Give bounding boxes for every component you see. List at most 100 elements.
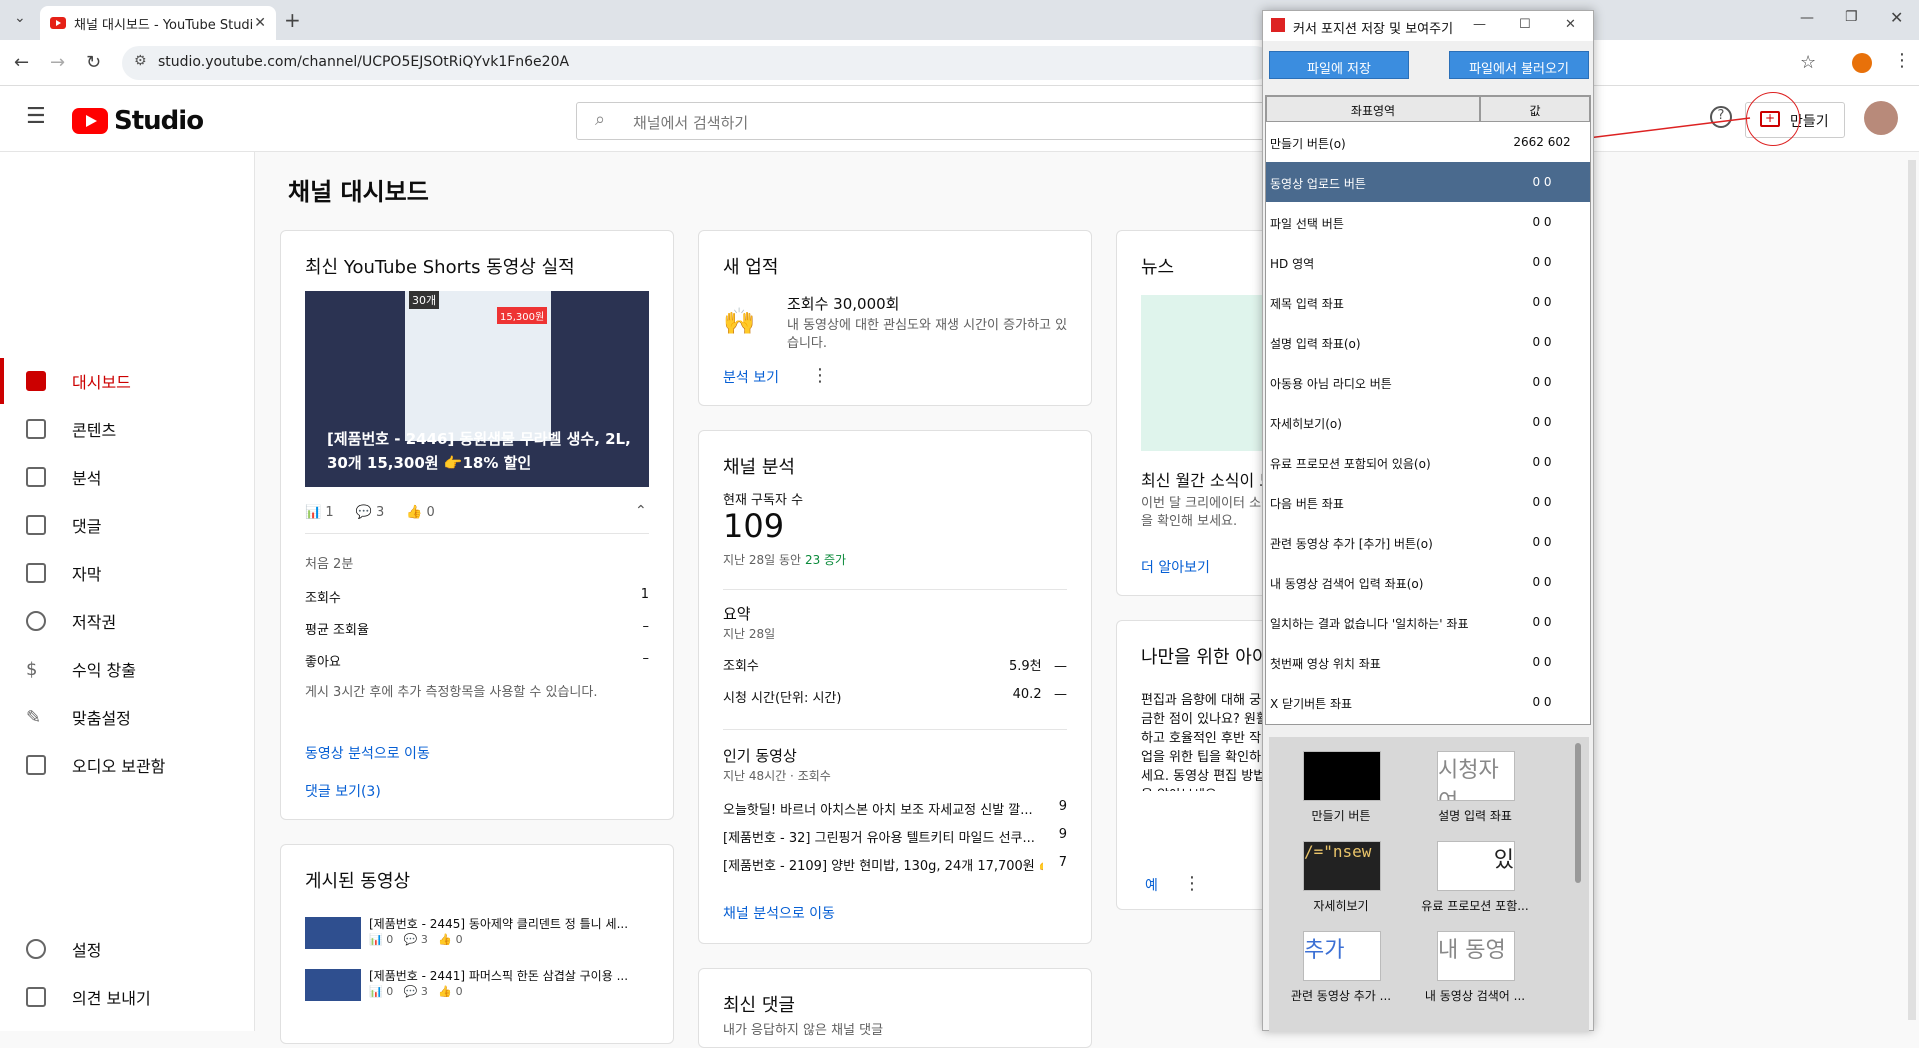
table-row[interactable]: 자세히보기(o) 0 0	[1266, 402, 1590, 442]
sidebar-item-customization[interactable]: ✎ 맞춤설정	[0, 694, 255, 740]
table-row[interactable]: 동영상 업로드 버튼 0 0	[1266, 162, 1590, 202]
close-window-icon[interactable]: ✕	[1890, 8, 1903, 27]
popular-row[interactable]: 오늘핫딜! 바르너 아치스본 아치 보조 자세교정 신발 깔... 9	[723, 799, 1067, 818]
capture-thumbnail[interactable]: 내 동영	[1437, 931, 1515, 981]
table-row[interactable]: 유료 프로모션 포함되어 있음(o) 0 0	[1266, 442, 1590, 482]
achievement-card: 새 업적 🙌 조회수 30,000회 내 동영상에 대한 관심도와 재생 시간이…	[698, 230, 1092, 406]
page-scrollbar[interactable]	[1908, 160, 1916, 1020]
maximize-icon[interactable]: ☐	[1519, 17, 1531, 32]
search-placeholder: 채널에서 검색하기	[633, 114, 749, 132]
tab-list-icon[interactable]: ⌄	[14, 10, 26, 26]
table-row[interactable]: 내 동영상 검색어 입력 좌표(o) 0 0	[1266, 562, 1590, 602]
table-row[interactable]: 파일 선택 버튼 0 0	[1266, 202, 1590, 242]
table-row[interactable]: 제목 입력 좌표 0 0	[1266, 282, 1590, 322]
sidebar-item-label: 댓글	[72, 517, 102, 536]
video-analytics-link[interactable]: 동영상 분석으로 이동	[305, 743, 430, 763]
sidebar-item-audio-library[interactable]: 오디오 보관함	[0, 742, 255, 788]
table-row[interactable]: 만들기 버튼(o) 2662 602	[1266, 122, 1590, 162]
capture-thumbnail[interactable]: 시청자여	[1437, 751, 1515, 801]
minimize-window-icon[interactable]: —	[1800, 10, 1814, 26]
browser-menu-icon[interactable]: ⋮	[1893, 50, 1911, 71]
profile-avatar-icon[interactable]	[1852, 53, 1872, 73]
list-item[interactable]: [제품번호 - 2445] 동아제약 클리덴트 정 틀니 세... 📊 0 💬 …	[305, 913, 649, 953]
sidebar-item-copyright[interactable]: 저작권	[0, 598, 255, 644]
latest-comments-card: 최신 댓글 내가 응답하지 않은 채널 댓글	[698, 968, 1092, 1048]
forward-icon[interactable]: →	[50, 52, 65, 73]
sidebar: 대시보드 콘텐츠 분석 댓글 자막 저작권 $ 수익 창출 ✎ 맞춤설정 오디오 보…	[0, 152, 255, 1031]
card-title: 뉴스	[1141, 257, 1175, 278]
thumbnail-label: 관련 동영상 추가 ...	[1290, 989, 1392, 1003]
sidebar-item-label: 설정	[72, 941, 102, 960]
sidebar-item-label: 분석	[72, 469, 102, 488]
sidebar-item-dashboard[interactable]: 대시보드	[0, 358, 255, 404]
subs-label: 현재 구독자 수	[723, 493, 804, 508]
thumbnail-label: 내 동영상 검색어 ...	[1424, 989, 1526, 1003]
capture-thumbnail[interactable]: 있	[1437, 841, 1515, 891]
column-header-key[interactable]: 좌표영역	[1266, 96, 1480, 122]
table-row[interactable]: 첫번째 영상 위치 좌표 0 0	[1266, 642, 1590, 682]
capture-thumbnail[interactable]	[1303, 751, 1381, 801]
save-to-file-button[interactable]: 파일에 저장	[1269, 51, 1409, 79]
back-icon[interactable]: ←	[14, 52, 29, 73]
divider	[723, 729, 1067, 730]
divider	[723, 589, 1067, 590]
video-thumbnail	[305, 969, 361, 1001]
hamburger-menu-icon[interactable]: ☰	[26, 104, 46, 129]
table-row[interactable]: 일치하는 결과 없습니다 '일치하는' 좌표 0 0	[1266, 602, 1590, 642]
table-row[interactable]: 다음 버튼 좌표 0 0	[1266, 482, 1590, 522]
search-input[interactable]: ⌕ 채널에서 검색하기	[576, 102, 1276, 140]
scrollbar[interactable]	[1575, 743, 1581, 883]
popular-row[interactable]: [제품번호 - 2109] 양반 현미밥, 130g, 24개 17,700원 …	[723, 855, 1067, 874]
view-comments-link[interactable]: 댓글 보기(3)	[305, 781, 381, 801]
short-thumbnail[interactable]: 30개 15,300원 [제품번호 - 2446] 동원샘물 무라벨 생수, 2…	[305, 291, 649, 487]
table-row[interactable]: X 닫기버튼 좌표 0 0	[1266, 682, 1590, 722]
bookmark-star-icon[interactable]: ☆	[1800, 52, 1816, 73]
browser-tab[interactable]: 채널 대시보드 - YouTube Studi ✕	[40, 6, 276, 40]
logo-text: Studio	[114, 106, 204, 136]
address-bar[interactable]: ⚙ studio.youtube.com/channel/UCPO5EJSOtR…	[122, 46, 1272, 80]
capture-thumbnail[interactable]: 추가	[1303, 931, 1381, 981]
page-title: 채널 대시보드	[288, 178, 429, 206]
table-row[interactable]: 설명 입력 좌표(o) 0 0	[1266, 322, 1590, 362]
more-options-icon[interactable]: ⋮	[811, 365, 829, 386]
achievement-headline: 조회수 30,000회	[787, 295, 900, 313]
summary-row: 조회수 5.9천 —	[723, 659, 1067, 674]
sidebar-item-analytics[interactable]: 분석	[0, 454, 255, 500]
sidebar-item-monetization[interactable]: $ 수익 창출	[0, 646, 255, 692]
sidebar-item-content[interactable]: 콘텐츠	[0, 406, 255, 452]
view-analytics-link[interactable]: 분석 보기	[723, 367, 779, 387]
collapse-chevron-icon[interactable]: ⌃	[635, 503, 647, 519]
sidebar-item-subtitles[interactable]: 자막	[0, 550, 255, 596]
studio-logo[interactable]: Studio	[72, 106, 204, 136]
views-metric: 📊 1	[305, 505, 334, 520]
sidebar-item-settings[interactable]: 설정	[0, 926, 255, 972]
new-tab-icon[interactable]: +	[284, 8, 301, 32]
learn-more-link[interactable]: 더 알아보기	[1141, 557, 1210, 577]
site-info-icon[interactable]: ⚙	[134, 53, 147, 69]
video-metrics: 📊 0 💬 3 👍 0	[369, 933, 463, 946]
card-title: 채널 분석	[723, 457, 795, 478]
sidebar-item-feedback[interactable]: 의견 보내기	[0, 974, 255, 1020]
list-item[interactable]: [제품번호 - 2441] 파머스픽 한돈 삼겹살 구이용 ... 📊 0 💬 …	[305, 965, 649, 1005]
channel-avatar[interactable]	[1864, 101, 1898, 135]
sidebar-item-comments[interactable]: 댓글	[0, 502, 255, 548]
close-icon[interactable]: ✕	[1565, 17, 1576, 32]
table-row[interactable]: 관련 동영상 추가 [추가] 버튼(o) 0 0	[1266, 522, 1590, 562]
dollar-icon: $	[26, 659, 38, 680]
column-header-value[interactable]: 값	[1480, 96, 1590, 122]
popular-row[interactable]: [제품번호 - 32] 그린핑거 유아용 텔트키티 마일드 선쿠... 9	[723, 827, 1067, 846]
minimize-icon[interactable]: —	[1473, 17, 1486, 32]
youtube-logo-icon	[72, 108, 108, 134]
table-row[interactable]: HD 영역 0 0	[1266, 242, 1590, 282]
channel-analytics-link[interactable]: 채널 분석으로 이동	[723, 903, 835, 923]
load-from-file-button[interactable]: 파일에서 불러오기	[1449, 51, 1589, 79]
stat-row: 조회수 1	[305, 587, 649, 606]
reload-icon[interactable]: ↻	[86, 52, 101, 73]
more-options-icon[interactable]: ⋮	[1183, 873, 1201, 894]
table-row[interactable]: 아동용 아님 라디오 버튼 0 0	[1266, 362, 1590, 402]
maximize-window-icon[interactable]: ❐	[1845, 9, 1858, 25]
capture-thumbnail[interactable]: /="nsew	[1303, 841, 1381, 891]
close-tab-icon[interactable]: ✕	[254, 15, 266, 31]
yes-link[interactable]: 예	[1145, 875, 1158, 895]
capture-thumbnails-panel: 만들기 버튼 시청자여 설명 입력 좌표 /="nsew 자세히보기 있 유료 …	[1269, 737, 1589, 1032]
